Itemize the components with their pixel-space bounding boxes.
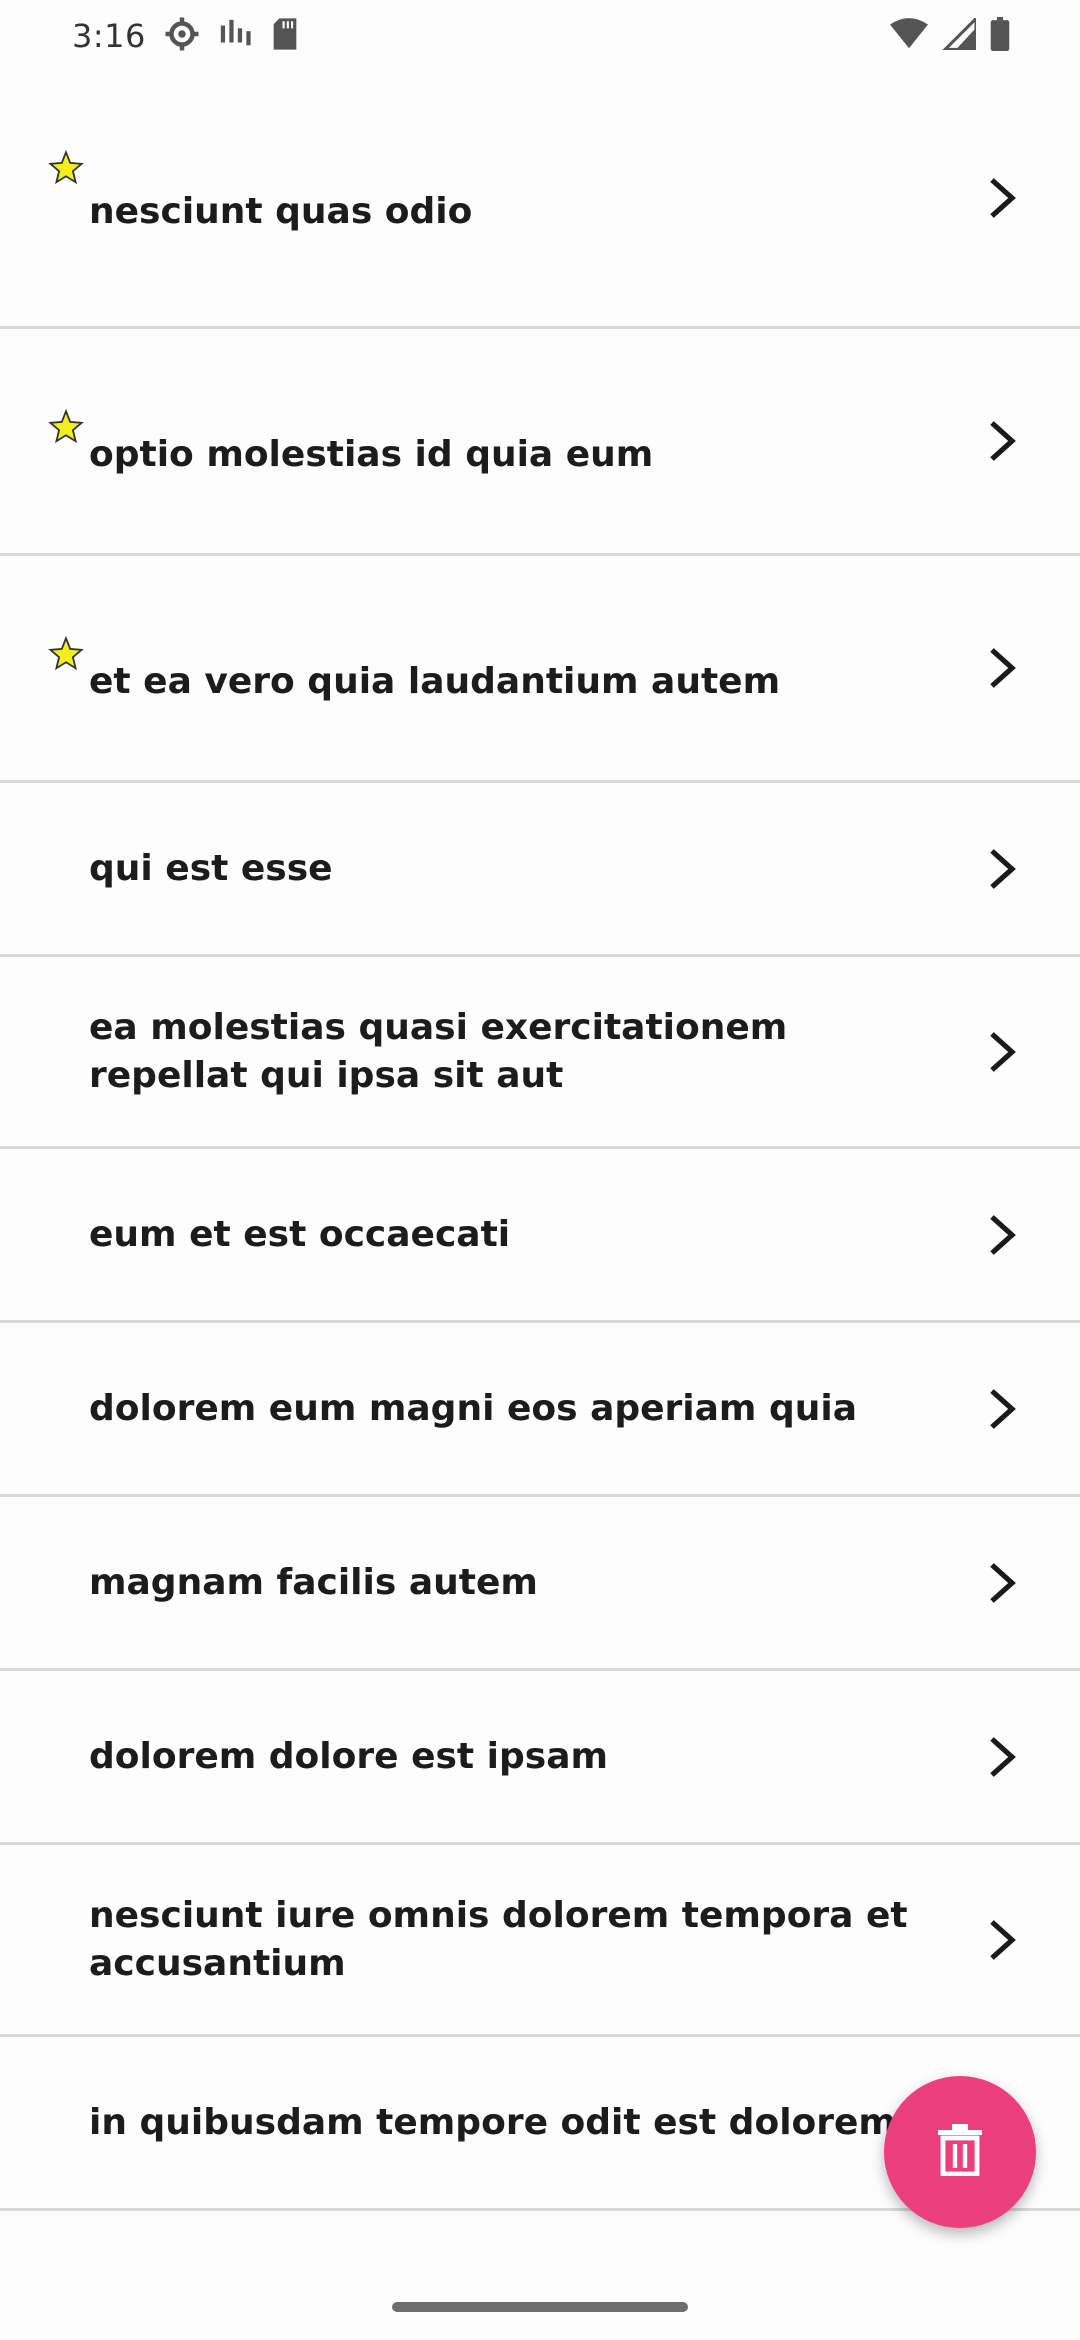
chevron-right-icon	[988, 419, 1018, 463]
list-item-title: nesciunt iure omnis dolorem tempora et a…	[89, 1894, 908, 1984]
post-list: nesciunt quas odio optio molestias id qu…	[0, 70, 1080, 2211]
list-item[interactable]: eum et est occaecati	[0, 1149, 1080, 1323]
list-item-title: et ea vero quia laudantium autem	[89, 661, 781, 702]
list-item-title: eum et est occaecati	[89, 1213, 511, 1255]
star-icon	[48, 408, 84, 445]
battery-icon	[990, 17, 1010, 55]
chevron-right-icon	[988, 646, 1018, 690]
gesture-nav-handle[interactable]	[392, 2302, 688, 2312]
list-item-title: dolorem dolore est ipsam	[89, 1735, 608, 1777]
signal-bars-icon	[218, 17, 252, 55]
status-left: 3:16	[72, 16, 300, 56]
list-item-title: magnam facilis autem	[89, 1561, 538, 1603]
chevron-right-icon	[988, 1213, 1018, 1257]
trash-icon	[938, 2124, 982, 2180]
list-item-title: ea molestias quasi exercitationem repell…	[89, 1006, 788, 1096]
list-item[interactable]: ea molestias quasi exercitationem repell…	[0, 957, 1080, 1149]
sd-card-icon	[270, 17, 300, 55]
list-item-title: dolorem eum magni eos aperiam quia	[89, 1387, 858, 1429]
chevron-right-icon	[988, 1561, 1018, 1605]
delete-fab-button[interactable]	[884, 2076, 1036, 2228]
list-item[interactable]: nesciunt quas odio	[0, 70, 1080, 329]
chevron-right-icon	[988, 1030, 1018, 1074]
list-item-title: optio molestias id quia eum	[89, 434, 654, 475]
list-item[interactable]: nesciunt iure omnis dolorem tempora et a…	[0, 1845, 1080, 2037]
chevron-right-icon	[988, 1918, 1018, 1962]
list-item[interactable]: optio molestias id quia eum	[0, 329, 1080, 556]
chevron-right-icon	[988, 176, 1018, 220]
status-time: 3:16	[72, 17, 146, 55]
list-item[interactable]: magnam facilis autem	[0, 1497, 1080, 1671]
star-icon	[48, 149, 84, 186]
list-item-title: qui est esse	[89, 847, 333, 889]
chevron-right-icon	[988, 1735, 1018, 1779]
star-icon	[48, 635, 84, 672]
wifi-icon	[890, 18, 928, 54]
cell-signal-icon	[941, 14, 978, 54]
list-item[interactable]: qui est esse	[0, 783, 1080, 957]
list-item[interactable]: dolorem dolore est ipsam	[0, 1671, 1080, 1845]
chevron-right-icon	[988, 847, 1018, 891]
settings-icon	[164, 16, 200, 56]
list-item[interactable]: et ea vero quia laudantium autem	[0, 556, 1080, 783]
list-item-title: nesciunt quas odio	[89, 191, 473, 232]
list-item[interactable]: dolorem eum magni eos aperiam quia	[0, 1323, 1080, 1497]
status-right	[890, 14, 1010, 55]
chevron-right-icon	[988, 1387, 1018, 1431]
status-bar: 3:16	[0, 0, 1080, 72]
list-item-title: in quibusdam tempore odit est dolorem	[89, 2101, 896, 2143]
